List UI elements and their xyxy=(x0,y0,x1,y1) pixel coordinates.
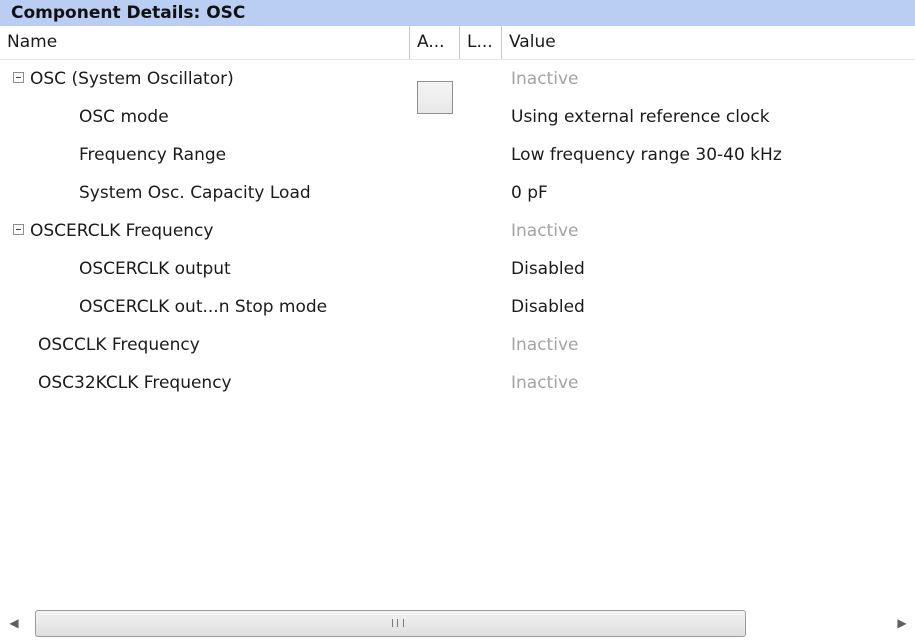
row-value: Inactive xyxy=(511,373,579,393)
table-row[interactable]: Frequency Range Low frequency range 30-4… xyxy=(0,136,915,174)
row-name: OSC (System Oscillator) xyxy=(30,69,234,89)
row-value: Inactive xyxy=(511,335,579,355)
row-value[interactable]: Low frequency range 30-40 kHz xyxy=(511,136,782,174)
row-value[interactable]: 0 pF xyxy=(511,174,548,212)
scrollbar-thumb[interactable] xyxy=(35,610,746,637)
row-value: Inactive xyxy=(511,221,579,241)
table-row[interactable]: OSCERCLK output Disabled xyxy=(0,250,915,288)
row-value[interactable]: Disabled xyxy=(511,288,585,326)
row-value[interactable]: Using external reference clock xyxy=(511,98,770,136)
table-row[interactable]: OSC (System Oscillator) Inactive xyxy=(0,60,915,98)
row-name: OSC32KCLK Frequency xyxy=(38,373,232,393)
column-header-a[interactable]: A... xyxy=(410,26,447,59)
table-header: Name A... L... Value xyxy=(0,26,915,60)
column-header-value[interactable]: Value xyxy=(502,26,915,59)
collapse-icon[interactable] xyxy=(13,72,24,83)
panel-title: Component Details: OSC xyxy=(0,0,915,26)
auto-checkbox[interactable] xyxy=(417,81,453,114)
column-header-l[interactable]: L... xyxy=(460,26,500,59)
table-row[interactable]: OSCERCLK Frequency Inactive xyxy=(0,212,915,250)
row-name: System Osc. Capacity Load xyxy=(79,183,311,203)
chevron-right-icon[interactable]: ▶ xyxy=(894,615,910,631)
row-name: OSCERCLK out...n Stop mode xyxy=(79,297,328,317)
horizontal-scrollbar[interactable]: ◀ ▶ xyxy=(0,607,915,640)
grip-icon xyxy=(392,619,404,627)
table-row[interactable]: OSCERCLK out...n Stop mode Disabled xyxy=(0,288,915,326)
row-value: Inactive xyxy=(511,69,579,89)
table-row[interactable]: OSC mode Using external reference clock xyxy=(0,98,915,136)
row-name: OSC mode xyxy=(79,107,169,127)
table-row[interactable]: OSCCLK Frequency Inactive xyxy=(0,326,915,364)
column-header-name[interactable]: Name xyxy=(0,26,410,59)
row-name: OSCCLK Frequency xyxy=(38,335,200,355)
collapse-icon[interactable] xyxy=(13,224,24,235)
row-name: OSCERCLK Frequency xyxy=(30,221,214,241)
row-name: Frequency Range xyxy=(79,145,227,165)
table-row[interactable]: OSC32KCLK Frequency Inactive xyxy=(0,364,915,402)
row-value[interactable]: Disabled xyxy=(511,250,585,288)
chevron-left-icon[interactable]: ◀ xyxy=(6,615,22,631)
row-name: OSCERCLK output xyxy=(79,259,231,279)
table-row[interactable]: System Osc. Capacity Load 0 pF xyxy=(0,174,915,212)
